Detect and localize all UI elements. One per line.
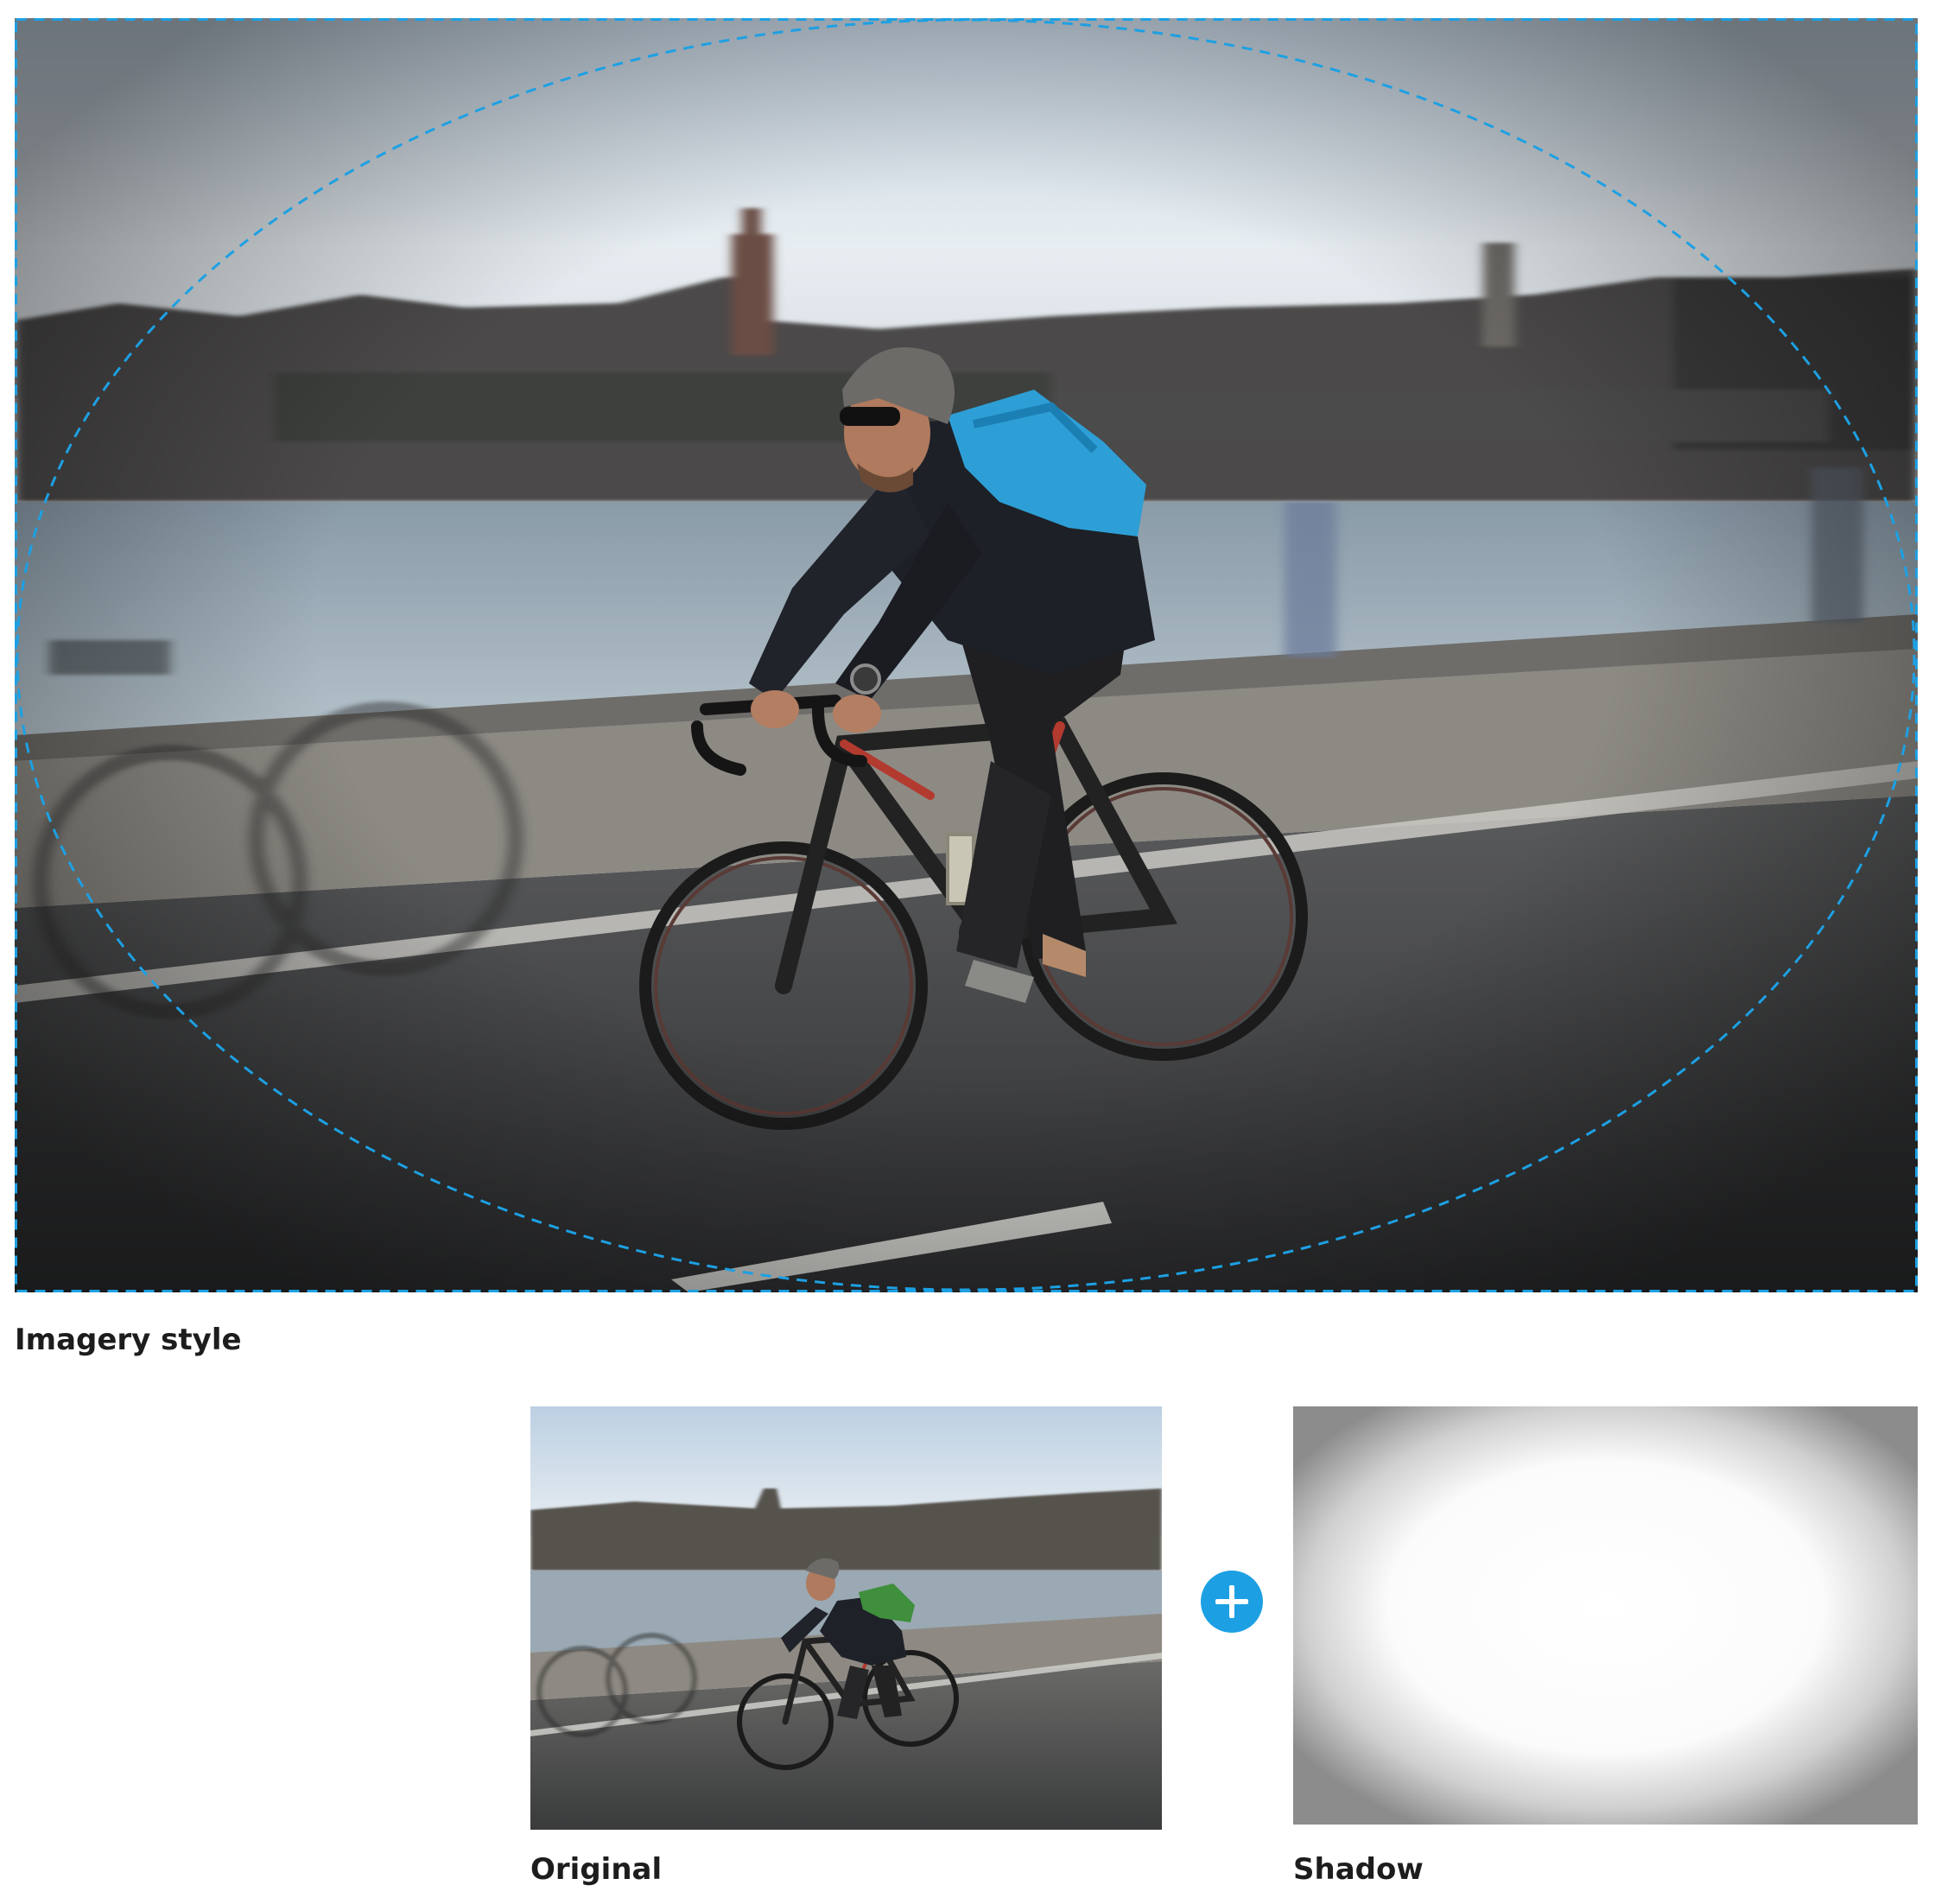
hero-photo xyxy=(15,18,1918,1292)
original-photo xyxy=(530,1406,1162,1830)
shadow-gradient xyxy=(1293,1406,1918,1825)
imagery-style-caption: Imagery style xyxy=(15,1323,242,1357)
shadow-caption: Shadow xyxy=(1293,1852,1424,1887)
original-caption: Original xyxy=(530,1852,663,1887)
plus-icon xyxy=(1201,1571,1263,1633)
